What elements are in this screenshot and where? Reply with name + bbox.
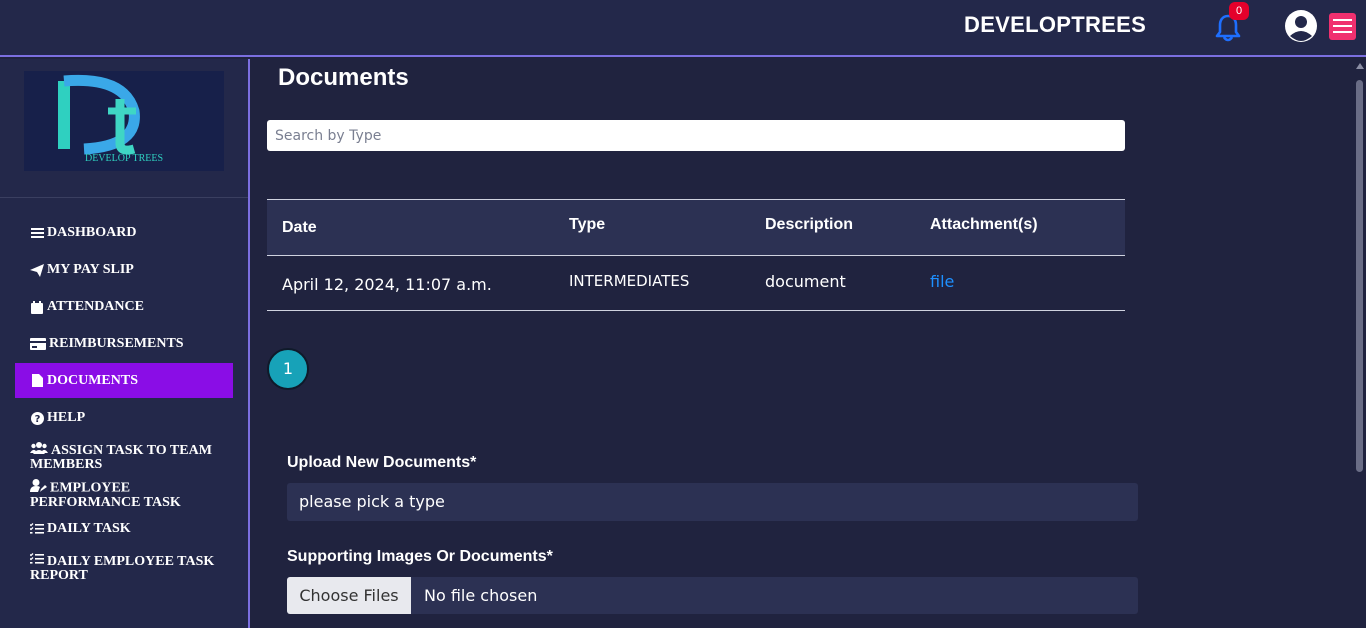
user-circle-icon[interactable] xyxy=(1284,9,1318,43)
choose-files-button[interactable]: Choose Files xyxy=(287,577,411,614)
sidebar-item-label: EMPLOYEE PERFORMANCE TASK xyxy=(30,478,215,510)
sidebar-item-assign-task[interactable]: ASSIGN TASK TO TEAM MEMBERS xyxy=(15,441,215,472)
bars-icon xyxy=(30,226,44,240)
sidebar-item-label: MY PAY SLIP xyxy=(47,262,134,277)
list-check-icon xyxy=(30,522,44,536)
column-header-description: Description xyxy=(765,216,854,233)
credit-card-icon xyxy=(30,337,46,351)
upload-documents-label: Upload New Documents* xyxy=(287,454,477,471)
sidebar-divider xyxy=(0,197,248,198)
sidebar-item-help[interactable]: ? HELP xyxy=(15,411,233,425)
attachment-link[interactable]: file xyxy=(930,272,954,291)
sidebar-item-label: ATTENDANCE xyxy=(47,299,144,314)
company-logo: DEVELOP TREES xyxy=(24,71,224,171)
table-row: April 12, 2024, 11:07 a.m. INTERMEDIATES… xyxy=(267,255,1125,311)
top-navbar: DEVELOPTREES 0 xyxy=(0,0,1366,57)
file-status-text: No file chosen xyxy=(424,586,538,605)
column-header-attachments: Attachment(s) xyxy=(930,216,1038,233)
sidebar-item-label: REIMBURSEMENTS xyxy=(49,336,184,351)
list-check-icon xyxy=(30,552,44,566)
notification-badge: 0 xyxy=(1229,2,1249,20)
sidebar-item-label: ASSIGN TASK TO TEAM MEMBERS xyxy=(30,441,212,472)
cell-description: document xyxy=(765,272,846,291)
sidebar-item-label: DAILY TASK xyxy=(47,521,131,536)
sidebar-item-dashboard[interactable]: DASHBOARD xyxy=(15,226,233,240)
hamburger-menu-button[interactable] xyxy=(1329,13,1356,40)
sidebar-item-attendance[interactable]: ATTENDANCE xyxy=(15,300,233,314)
sidebar-item-employee-performance[interactable]: EMPLOYEE PERFORMANCE TASK xyxy=(15,478,215,510)
sidebar-item-label: DOCUMENTS xyxy=(47,372,139,388)
page-1-button[interactable]: 1 xyxy=(267,348,309,390)
column-header-type: Type xyxy=(569,216,606,233)
sidebar-item-daily-task[interactable]: DAILY TASK xyxy=(15,522,233,536)
user-edit-icon xyxy=(30,478,47,492)
cell-date: April 12, 2024, 11:07 a.m. xyxy=(282,275,492,294)
sidebar-item-label: DAILY EMPLOYEE TASK REPORT xyxy=(30,552,215,583)
documents-table: Date Type Description Attachment(s) Apri… xyxy=(267,199,1125,311)
paper-plane-icon xyxy=(30,263,44,277)
file-input[interactable]: Choose Files No file chosen xyxy=(287,577,1138,614)
svg-text:?: ? xyxy=(34,414,40,425)
users-icon xyxy=(30,441,48,455)
sidebar-item-label: HELP xyxy=(47,410,86,425)
logo-text: DEVELOP TREES xyxy=(85,153,163,164)
supporting-documents-label: Supporting Images Or Documents* xyxy=(287,548,553,565)
table-header: Date Type Description Attachment(s) xyxy=(267,199,1125,255)
question-circle-icon: ? xyxy=(30,411,44,425)
hamburger-icon xyxy=(1333,19,1352,21)
sidebar-item-daily-employee-task-report[interactable]: DAILY EMPLOYEE TASK REPORT xyxy=(15,552,215,583)
page-title: Documents xyxy=(278,64,409,91)
sidebar-item-reimbursements[interactable]: REIMBURSEMENTS xyxy=(15,337,233,351)
sidebar-item-documents[interactable]: DOCUMENTS xyxy=(15,363,233,398)
calendar-icon xyxy=(30,300,44,314)
file-icon xyxy=(30,374,44,388)
document-type-select[interactable]: please pick a type xyxy=(287,483,1138,521)
search-input[interactable] xyxy=(267,120,1125,151)
sidebar-item-my-pay-slip[interactable]: MY PAY SLIP xyxy=(15,263,233,277)
scroll-up-arrow-icon[interactable] xyxy=(1356,63,1364,69)
column-header-date: Date xyxy=(282,219,317,236)
sidebar-item-label: DASHBOARD xyxy=(47,225,137,240)
brand-title: DEVELOPTREES xyxy=(964,12,1147,37)
scrollbar-thumb[interactable] xyxy=(1356,80,1363,472)
cell-type: INTERMEDIATES xyxy=(569,272,690,290)
